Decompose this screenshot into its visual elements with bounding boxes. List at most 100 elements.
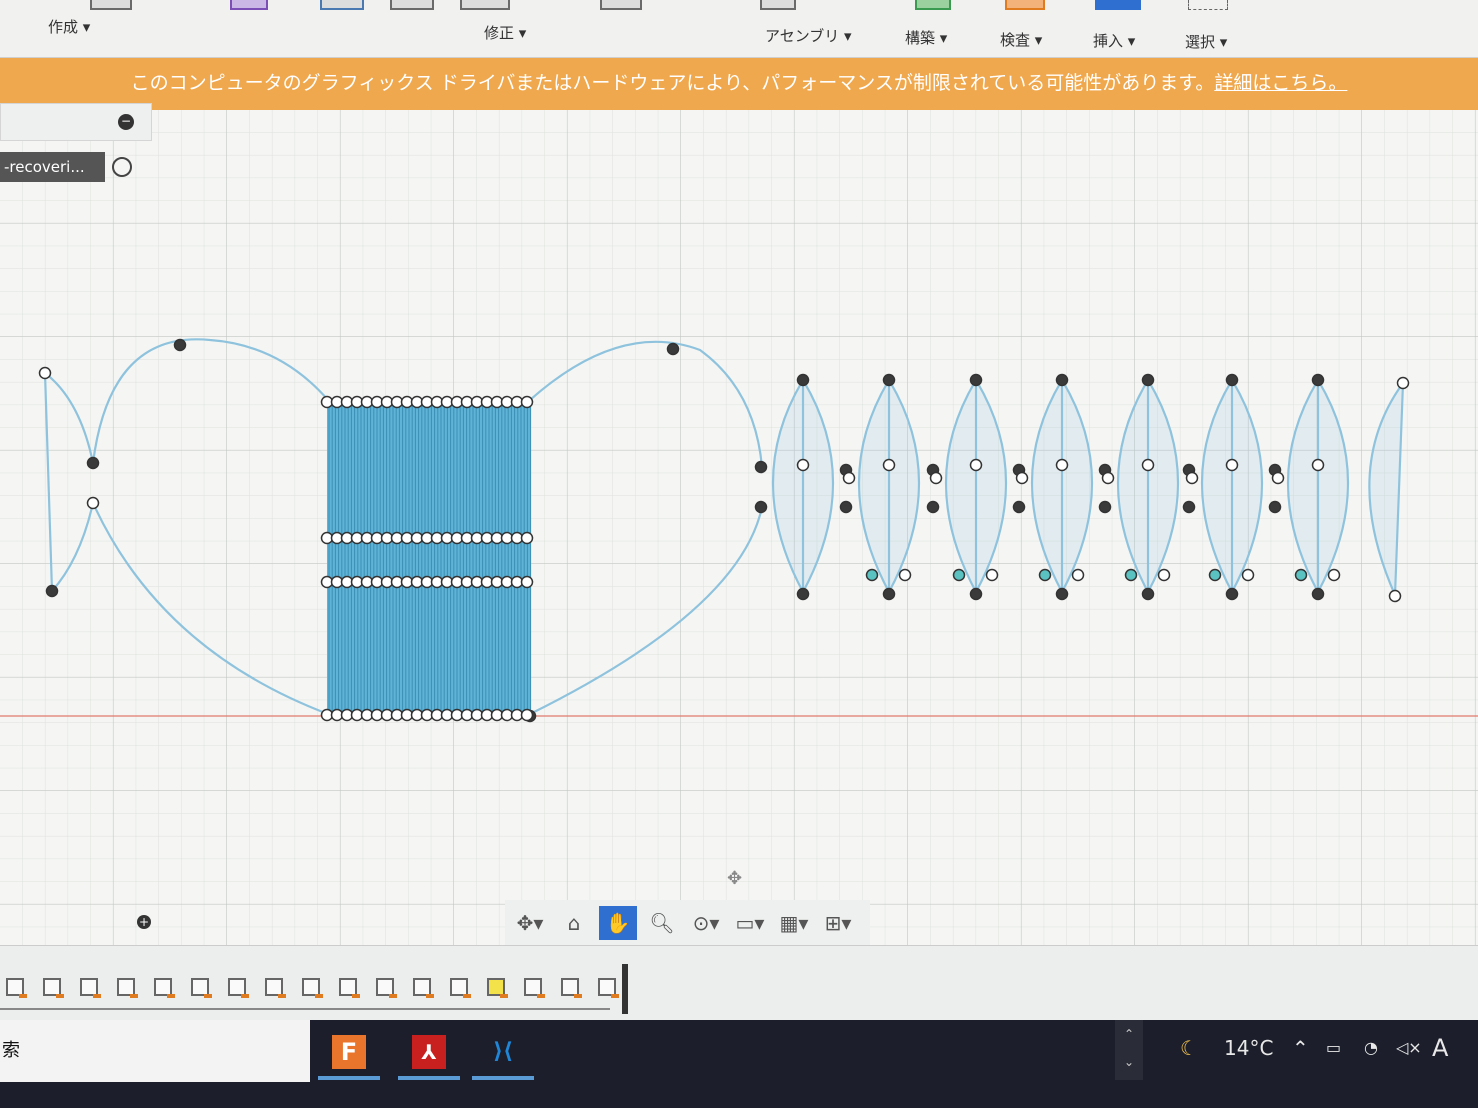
navigation-bar: ✥▾ ⌂ ✋ 🔍︎ ⊙▾ ▭▾ ▦▾ ⊞▾ — [505, 900, 870, 946]
menu-select[interactable]: 選択 ▾ — [1185, 31, 1227, 52]
tool-icon[interactable] — [90, 0, 132, 10]
collapse-icon[interactable]: − — [118, 114, 134, 130]
timeline-sketch-icon[interactable] — [450, 978, 471, 998]
fusion-360-icon: F — [332, 1035, 366, 1069]
timeline-sketch-icon[interactable] — [117, 978, 138, 998]
menu-assemble[interactable]: アセンブリ ▾ — [765, 25, 852, 46]
lens-point — [1311, 587, 1325, 601]
lens-point-open — [1141, 458, 1155, 472]
lens-point — [1311, 373, 1325, 387]
tool-icon[interactable] — [760, 0, 796, 10]
hatch-point — [520, 708, 534, 722]
lens-point-open — [985, 568, 999, 582]
pan-hand-icon[interactable]: ✋ — [599, 906, 637, 940]
lens-point-open — [1241, 568, 1255, 582]
lens-point — [1141, 373, 1155, 387]
lens-point-teal — [865, 568, 879, 582]
banner-message: このコンピュータのグラフィックス ドライバまたはハードウェアにより、パフォーマン… — [130, 72, 1215, 94]
look-at-icon[interactable]: ⌂ — [555, 906, 593, 940]
orbit-icon[interactable]: ✥▾ — [511, 906, 549, 940]
tool-icon[interactable] — [1005, 0, 1045, 10]
cursor-icon: ✥ — [727, 868, 743, 889]
sketch-point — [754, 460, 768, 474]
browser-panel-row: − — [0, 103, 152, 141]
tool-icon[interactable] — [600, 0, 642, 10]
zoom-icon[interactable]: 🔍︎ — [643, 906, 681, 940]
sketch-point-open — [1388, 589, 1402, 603]
browser-tab[interactable]: -recoveri... — [0, 152, 105, 182]
record-icon[interactable] — [112, 157, 132, 177]
viewports-icon[interactable]: ⊞▾ — [819, 906, 857, 940]
mute-icon[interactable]: ◁× — [1396, 1030, 1422, 1066]
timeline-sketch-icon[interactable] — [561, 978, 582, 998]
lens-point — [839, 500, 853, 514]
wifi-icon[interactable]: ◔ — [1364, 1030, 1378, 1066]
acrobat-icon: ⅄ — [412, 1035, 446, 1069]
lens-point — [1055, 587, 1069, 601]
taskbar-app-0[interactable]: F — [318, 1028, 380, 1080]
taskbar-scroll[interactable]: ⌃ ⌄ — [1115, 1020, 1143, 1080]
lens-point — [969, 587, 983, 601]
lens-point-open — [1311, 458, 1325, 472]
menu-construct[interactable]: 構築 ▾ — [905, 27, 947, 48]
sketch-canvas[interactable] — [0, 110, 1478, 945]
lens-point — [1225, 373, 1239, 387]
lens-point-open — [1327, 568, 1341, 582]
taskbar-app-2[interactable]: ⟩⟨ — [472, 1028, 534, 1080]
timeline-sketch-icon[interactable] — [191, 978, 212, 998]
sketch-point — [86, 456, 100, 470]
lens-point-open — [1225, 458, 1239, 472]
lens-point-teal — [1208, 568, 1222, 582]
sketch-point — [666, 342, 680, 356]
timeline-marker[interactable] — [622, 964, 628, 1014]
menu-modify[interactable]: 修正 ▾ — [484, 22, 526, 43]
display-icon[interactable]: ▭▾ — [731, 906, 769, 940]
timeline-sketch-icon[interactable] — [43, 978, 64, 998]
lens-point — [882, 587, 896, 601]
tool-icon[interactable] — [390, 0, 434, 10]
menu-create[interactable]: 作成 ▾ — [48, 16, 90, 37]
ime-icon[interactable]: A — [1432, 1030, 1448, 1066]
taskbar-app-1[interactable]: ⅄ — [398, 1028, 460, 1080]
lens-point — [969, 373, 983, 387]
tool-icon[interactable] — [320, 0, 364, 10]
tool-icon[interactable] — [460, 0, 510, 10]
timeline-sketch-icon[interactable] — [339, 978, 360, 998]
lens-point-open — [1157, 568, 1171, 582]
lens-point-open — [898, 568, 912, 582]
weather-temp: 14°C — [1224, 1036, 1274, 1060]
timeline-sketch-icon[interactable] — [80, 978, 101, 998]
tool-icon[interactable] — [230, 0, 268, 10]
chevron-up-icon[interactable]: ⌃ — [1292, 1030, 1309, 1066]
battery-icon[interactable]: ▭ — [1326, 1030, 1341, 1066]
sketch-point-open — [38, 366, 52, 380]
timeline[interactable] — [0, 945, 1478, 1020]
lens-point — [926, 500, 940, 514]
timeline-sketch-icon[interactable] — [413, 978, 434, 998]
tool-icon[interactable] — [915, 0, 951, 10]
timeline-sketch-icon[interactable] — [302, 978, 323, 998]
sketch-point — [173, 338, 187, 352]
grid-icon[interactable]: ▦▾ — [775, 906, 813, 940]
timeline-sketch-icon[interactable] — [376, 978, 397, 998]
lens-point-open — [1101, 471, 1115, 485]
timeline-sketch-icon[interactable] — [598, 978, 619, 998]
lens-point-open — [796, 458, 810, 472]
menu-inspect[interactable]: 検査 ▾ — [1000, 29, 1042, 50]
banner-details-link[interactable]: 詳細はこちら。 — [1214, 72, 1347, 94]
sketch-svg — [0, 110, 1478, 945]
timeline-sketch-icon[interactable] — [154, 978, 175, 998]
select-icon[interactable] — [1188, 0, 1228, 10]
timeline-sketch-icon[interactable] — [487, 978, 508, 998]
lens-point — [1268, 500, 1282, 514]
timeline-sketch-icon[interactable] — [524, 978, 545, 998]
fit-icon[interactable]: ⊙▾ — [687, 906, 725, 940]
tool-icon[interactable] — [1095, 0, 1141, 10]
taskbar-search[interactable]: 索 — [0, 1020, 310, 1082]
lens-point — [1141, 587, 1155, 601]
timeline-sketch-icon[interactable] — [265, 978, 286, 998]
menu-insert[interactable]: 挿入 ▾ — [1093, 30, 1135, 51]
timeline-sketch-icon[interactable] — [228, 978, 249, 998]
expand-icon[interactable]: + — [137, 915, 151, 929]
timeline-sketch-icon[interactable] — [6, 978, 27, 998]
